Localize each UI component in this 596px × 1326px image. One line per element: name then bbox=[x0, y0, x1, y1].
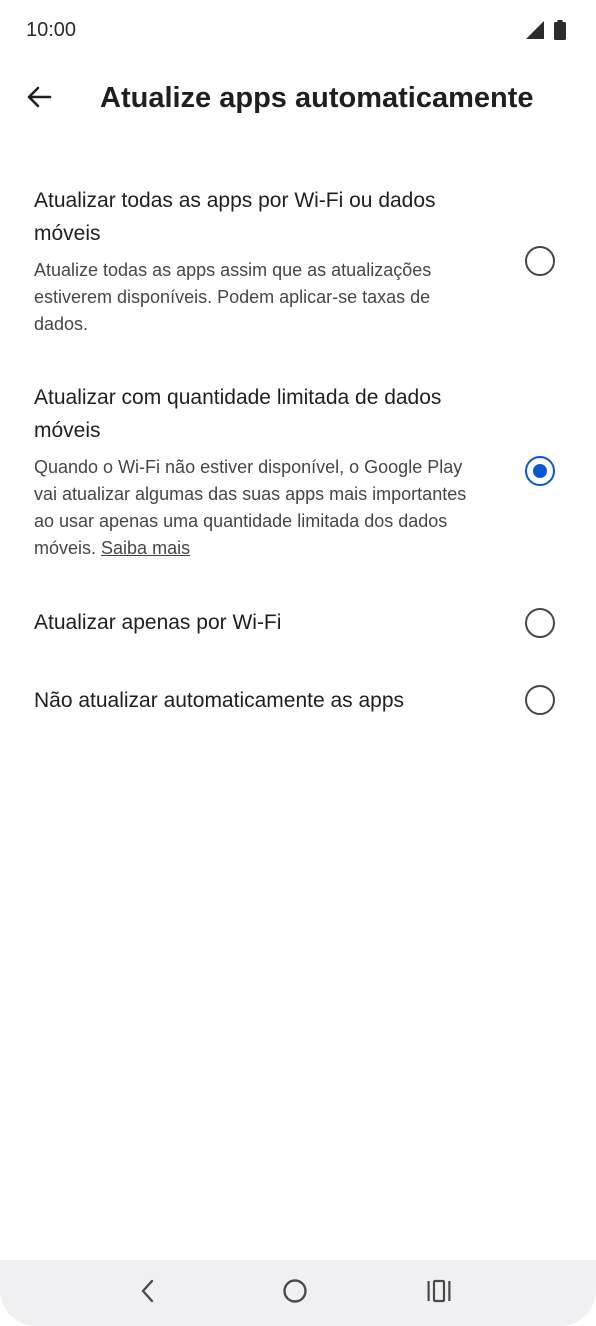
option-wifi-or-mobile-data[interactable]: Atualizar todas as apps por Wi-Fi ou dad… bbox=[0, 180, 596, 352]
signal-icon bbox=[526, 21, 544, 39]
option-text: Atualizar apenas por Wi-Fi bbox=[34, 606, 484, 639]
arrow-left-icon bbox=[26, 84, 52, 115]
radio-button-wifi-or-mobile-data[interactable] bbox=[525, 246, 555, 276]
nav-recents-button[interactable] bbox=[411, 1270, 467, 1316]
option-title: Atualizar todas as apps por Wi-Fi ou dad… bbox=[34, 189, 436, 245]
learn-more-link[interactable]: Saiba mais bbox=[101, 538, 190, 558]
radio-button-do-not-auto-update[interactable] bbox=[525, 685, 555, 715]
radio-button-wifi-only[interactable] bbox=[525, 608, 555, 638]
radio-selected-dot bbox=[533, 464, 547, 478]
status-bar: 10:00 bbox=[0, 0, 596, 62]
back-button[interactable] bbox=[16, 76, 62, 122]
navigation-bar bbox=[0, 1260, 596, 1326]
home-circle-icon bbox=[282, 1278, 308, 1309]
status-icons bbox=[526, 20, 566, 40]
back-chevron-icon bbox=[138, 1278, 158, 1309]
nav-home-button[interactable] bbox=[267, 1270, 323, 1316]
option-limited-mobile-data[interactable]: Atualizar com quantidade limitada de dad… bbox=[0, 377, 596, 577]
option-description: Quando o Wi-Fi não estiver disponível, o… bbox=[34, 454, 484, 562]
option-text: Atualizar com quantidade limitada de dad… bbox=[34, 381, 484, 562]
option-title: Atualizar com quantidade limitada de dad… bbox=[34, 386, 442, 442]
option-description: Atualize todas as apps assim que as atua… bbox=[34, 260, 432, 334]
option-title: Atualizar apenas por Wi-Fi bbox=[34, 611, 282, 634]
page-title: Atualize apps automaticamente bbox=[100, 82, 534, 114]
option-text: Atualizar todas as apps por Wi-Fi ou dad… bbox=[34, 184, 484, 338]
nav-back-button[interactable] bbox=[120, 1270, 176, 1316]
option-do-not-auto-update[interactable]: Não atualizar automaticamente as apps bbox=[0, 668, 596, 734]
battery-icon bbox=[554, 20, 566, 40]
option-text: Não atualizar automaticamente as apps bbox=[34, 684, 484, 717]
screen: 10:00 Atualize apps automaticamente Atua… bbox=[0, 0, 596, 1326]
option-description-text: Quando o Wi-Fi não estiver disponível, o… bbox=[34, 457, 467, 558]
option-title: Não atualizar automaticamente as apps bbox=[34, 689, 405, 712]
app-bar: Atualize apps automaticamente bbox=[0, 62, 596, 138]
status-time: 10:00 bbox=[26, 19, 77, 41]
recents-icon bbox=[426, 1279, 452, 1308]
radio-button-limited-mobile-data[interactable] bbox=[525, 456, 555, 486]
option-wifi-only[interactable]: Atualizar apenas por Wi-Fi bbox=[0, 590, 596, 656]
